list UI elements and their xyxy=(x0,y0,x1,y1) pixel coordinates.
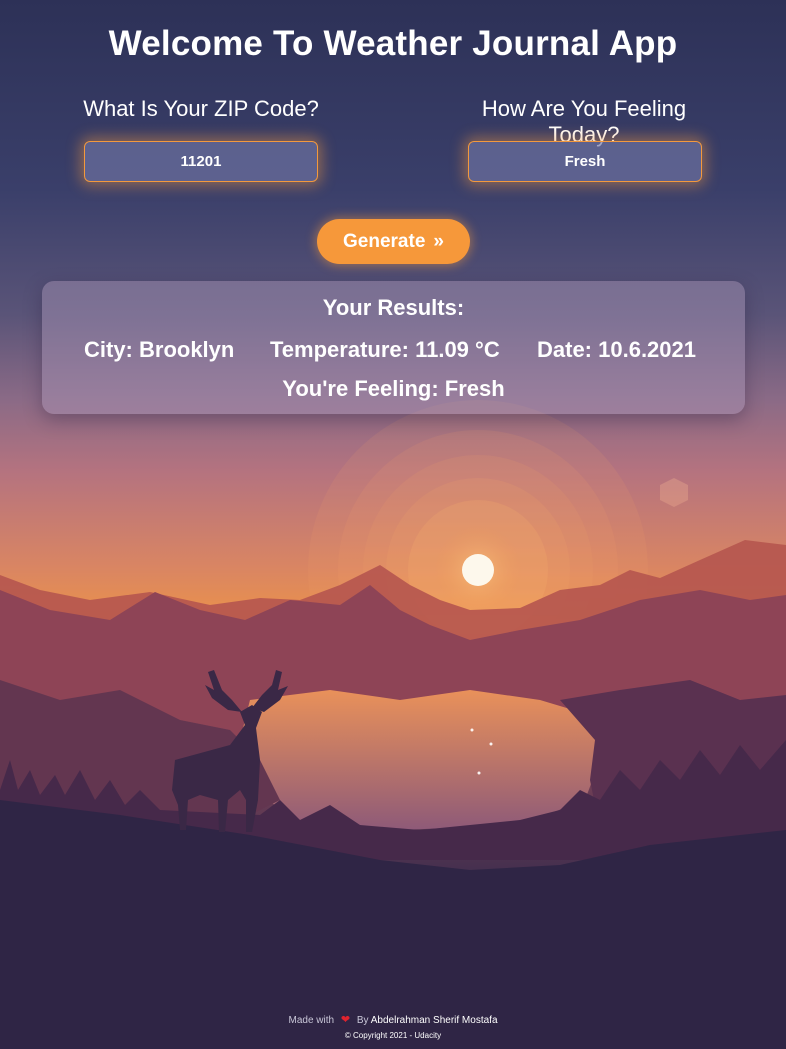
result-date: Date: 10.6.2021 xyxy=(537,337,696,362)
hexagon-decor xyxy=(660,478,688,507)
by-text: By xyxy=(356,1015,369,1026)
feeling-input[interactable] xyxy=(468,141,702,182)
heart-icon: ❤ xyxy=(340,1014,351,1026)
zip-label: What Is Your ZIP Code? xyxy=(83,96,319,121)
generate-button-label: Generate xyxy=(343,230,426,252)
sun xyxy=(462,554,494,586)
footer: Made with ❤ By Abdelrahman Sherif Mostaf… xyxy=(0,1013,786,1040)
footer-credit: Made with ❤ By Abdelrahman Sherif Mostaf… xyxy=(0,1013,786,1026)
result-feeling: You're Feeling: Fresh xyxy=(282,376,505,401)
page-title: Welcome To Weather Journal App xyxy=(108,24,678,63)
author-name: Abdelrahman Sherif Mostafa xyxy=(370,1015,498,1026)
copyright-text: © Copyright 2021 - Udacity xyxy=(344,1031,442,1040)
result-city: City: Brooklyn xyxy=(84,337,235,362)
double-chevron-right-icon: » xyxy=(433,230,444,252)
results-title: Your Results: xyxy=(322,295,465,320)
made-with-text: Made with xyxy=(288,1015,335,1026)
result-temperature: Temperature: 11.09 °C xyxy=(270,337,500,362)
lake xyxy=(240,690,600,830)
generate-button[interactable]: Generate » xyxy=(317,219,470,264)
results-panel: Your Results: City: Brooklyn Temperature… xyxy=(42,281,745,414)
zip-input[interactable] xyxy=(84,141,318,182)
